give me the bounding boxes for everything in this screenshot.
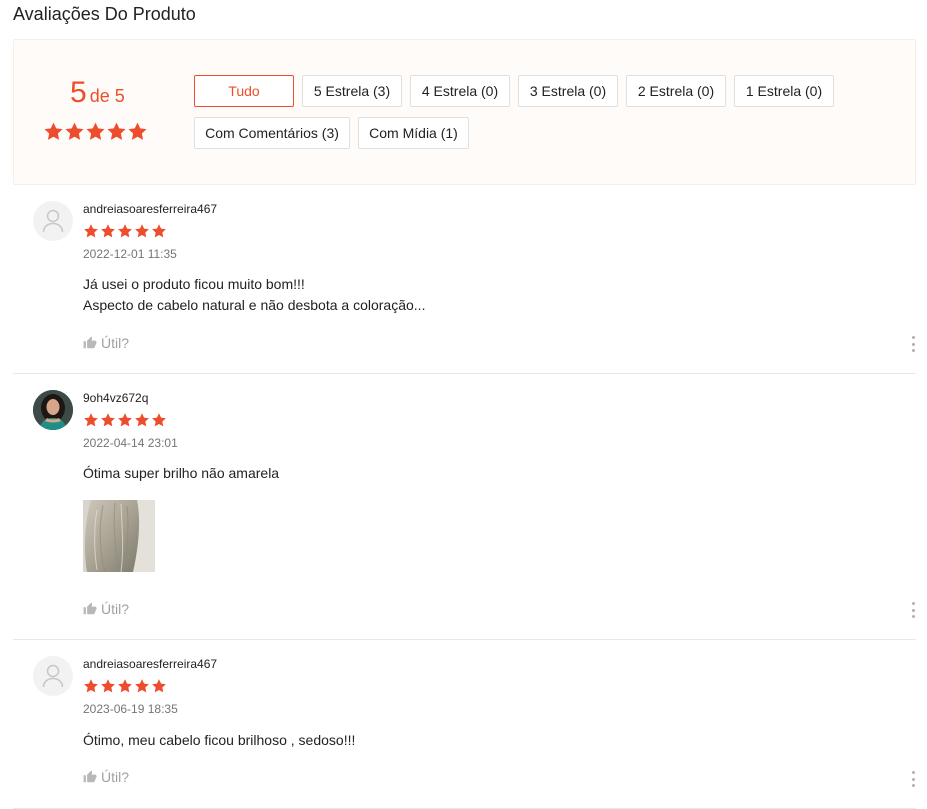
star-icon — [152, 224, 166, 238]
star-icon — [101, 224, 115, 238]
review-text-line: Aspecto de cabelo natural e não desbota … — [83, 297, 426, 313]
filter-4-stars[interactable]: 4 Estrela (0) — [410, 75, 510, 107]
review-text-line: Ótima super brilho não amarela — [83, 465, 280, 481]
score-value: 5 — [70, 76, 87, 109]
review-text: Ótimo, meu cabelo ficou brilhoso , sedos… — [83, 730, 355, 751]
star-icon — [84, 224, 98, 238]
review-text-line: Ótimo, meu cabelo ficou brilhoso , sedos… — [83, 732, 356, 748]
default-avatar-icon — [42, 664, 64, 688]
thumbs-up-icon — [83, 336, 97, 349]
useful-button[interactable]: Útil? — [83, 769, 129, 785]
thumbs-up-icon — [83, 602, 97, 615]
star-icon — [118, 679, 132, 693]
avatar — [33, 201, 73, 241]
star-icon — [152, 679, 166, 693]
more-options-icon[interactable] — [910, 602, 916, 618]
filter-1-star[interactable]: 1 Estrela (0) — [734, 75, 834, 107]
score-suffix: de 5 — [89, 86, 125, 106]
hair-photo — [83, 500, 155, 572]
filter-2-stars[interactable]: 2 Estrela (0) — [626, 75, 726, 107]
star-icon — [101, 413, 115, 427]
star-icon — [86, 122, 105, 140]
avatar — [33, 390, 73, 430]
review-username[interactable]: andreiasoaresferreira467 — [83, 202, 217, 216]
page-title: Avaliações Do Produto — [13, 4, 196, 24]
useful-label: Útil? — [101, 335, 130, 351]
useful-button[interactable]: Útil? — [83, 601, 129, 617]
star-icon — [135, 679, 149, 693]
star-icon — [118, 224, 132, 238]
default-avatar-icon — [42, 209, 64, 233]
summary-stars — [43, 121, 148, 142]
review-text-line: Já usei o produto ficou muito bom!!! — [83, 276, 305, 292]
review-item: andreiasoaresferreira467 2022-12-01 11:3… — [13, 185, 916, 374]
review-stars — [83, 223, 167, 239]
useful-button[interactable]: Útil? — [83, 335, 129, 351]
average-score: 5 de 5 — [70, 76, 125, 110]
star-icon — [135, 413, 149, 427]
star-icon — [135, 224, 149, 238]
rating-summary: 5 de 5 Tudo 5 Estrela (3) 4 Estrela (0) 3… — [13, 39, 916, 185]
more-options-icon[interactable] — [910, 771, 916, 787]
review-date: 2022-12-01 11:35 — [83, 247, 177, 261]
star-icon — [84, 413, 98, 427]
review-media-thumbnail[interactable] — [83, 500, 155, 572]
review-username[interactable]: 9oh4vz672q — [83, 391, 148, 405]
thumbs-up-icon — [83, 770, 97, 783]
star-icon — [44, 122, 63, 140]
user-photo — [33, 390, 73, 430]
more-options-icon[interactable] — [910, 336, 916, 352]
filter-with-media[interactable]: Com Mídia (1) — [358, 117, 469, 149]
star-icon — [152, 413, 166, 427]
star-icon — [65, 122, 84, 140]
useful-label: Útil? — [101, 769, 130, 785]
review-item: andreiasoaresferreira467 2023-06-19 18:3… — [13, 640, 916, 809]
review-text: Já usei o produto ficou muito bom!!! Asp… — [83, 274, 425, 316]
review-item: 9oh4vz672q 2022-04-14 23:01 Ótima super … — [13, 374, 916, 640]
review-date: 2023-06-19 18:35 — [83, 702, 178, 716]
filter-3-stars[interactable]: 3 Estrela (0) — [518, 75, 618, 107]
review-stars — [83, 412, 167, 428]
filter-5-stars[interactable]: 5 Estrela (3) — [302, 75, 402, 107]
review-stars — [83, 678, 167, 694]
star-icon — [107, 122, 126, 140]
review-username[interactable]: andreiasoaresferreira467 — [83, 657, 217, 671]
star-icon — [118, 413, 132, 427]
star-icon — [128, 122, 147, 140]
star-icon — [84, 679, 98, 693]
filter-with-comments[interactable]: Com Comentários (3) — [194, 117, 350, 149]
avatar — [33, 656, 73, 696]
star-icon — [101, 679, 115, 693]
review-date: 2022-04-14 23:01 — [83, 436, 178, 450]
useful-label: Útil? — [101, 601, 130, 617]
filter-all[interactable]: Tudo — [194, 75, 294, 107]
review-text: Ótima super brilho não amarela — [83, 463, 279, 484]
